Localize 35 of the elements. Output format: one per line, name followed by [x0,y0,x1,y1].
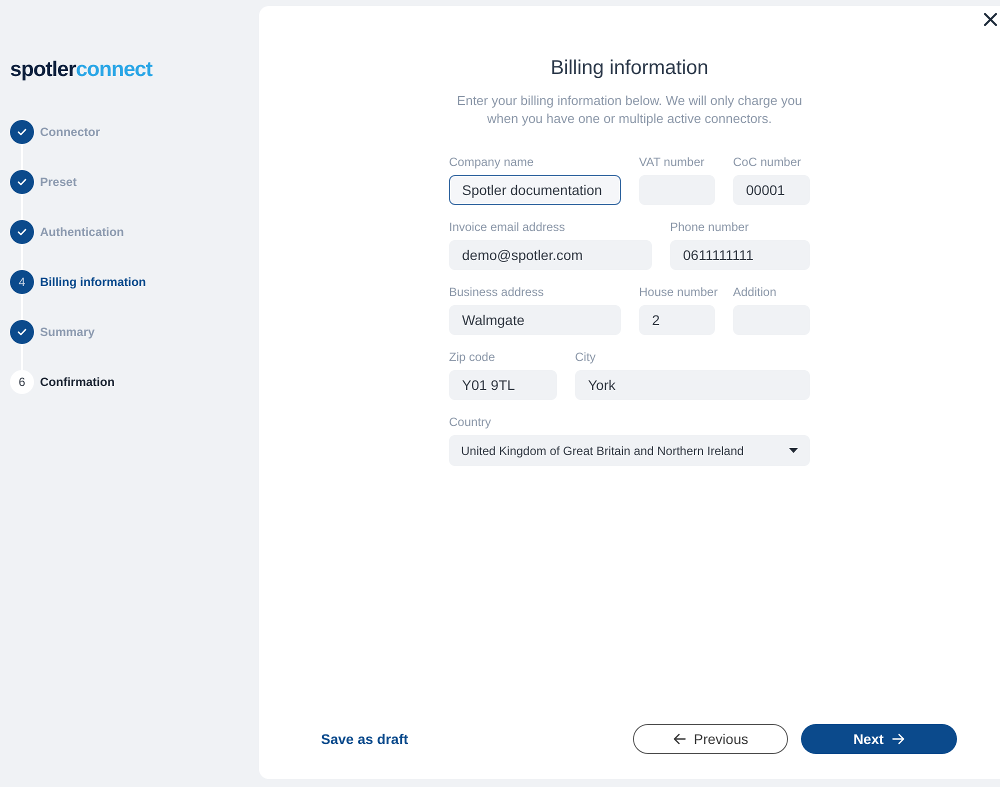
field-label: City [575,350,597,364]
step-number: 6 [10,370,34,394]
field-label: CoC number [733,155,802,169]
field-label: Invoice email address [449,220,566,234]
previous-button[interactable]: Previous [633,724,788,754]
close-button[interactable] [984,13,997,26]
field-label: House number [639,285,715,299]
caret-icon [789,448,798,453]
intro-text: Enter your billing information below. We will only charge you when you have one or multiple active connectors. [456,92,804,128]
input-field[interactable]: Spotler documentation [449,175,621,205]
input-field[interactable]: Y01 9TL [449,370,557,400]
input-field[interactable]: Walmgate [449,305,621,335]
page-title: Billing information [550,56,708,80]
step-number: 4 [10,270,34,294]
input-field[interactable]: 2 [639,305,715,335]
input-field[interactable]: demo@spotler.com [449,240,652,270]
close-icon [984,13,997,26]
country-dropdown[interactable]: United Kingdom of Great Britain and Northern Ireland [449,435,810,466]
arrow-left-icon [672,733,686,745]
field-label: Phone number [670,220,750,234]
arrow-right-icon [892,733,905,745]
input-field[interactable]: 00001 [733,175,810,205]
field-label: Country [449,415,492,429]
input-field[interactable]: York [575,370,810,400]
input-field[interactable]: 0611111111 [670,240,810,270]
step-label[interactable]: Confirmation [40,370,115,394]
field-label: VAT number [639,155,706,169]
field-label: Zip code [449,350,496,364]
field-label: Company name [449,155,535,169]
field-label: Business address [449,285,545,299]
step-label[interactable]: Billing information [40,270,146,294]
logo: spotlerconnect [10,57,152,83]
save-draft-link[interactable]: Save as draft [321,728,408,750]
field-label: Addition [733,285,778,299]
next-button[interactable]: Next [801,724,957,754]
